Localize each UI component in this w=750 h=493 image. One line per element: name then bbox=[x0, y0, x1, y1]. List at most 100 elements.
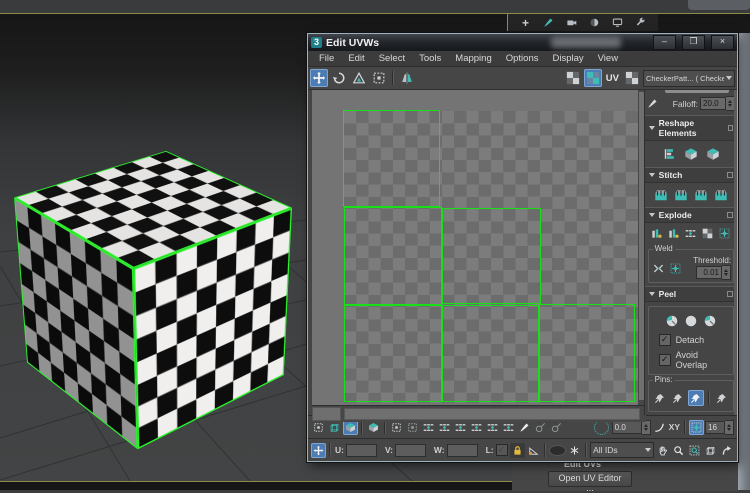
scrollbar-corner-box[interactable] bbox=[312, 407, 341, 421]
horizontal-scrollbar[interactable] bbox=[312, 405, 646, 422]
menu-edit[interactable]: Edit bbox=[341, 53, 371, 64]
menu-options[interactable]: Options bbox=[499, 53, 546, 64]
horizontal-scrollbar-thumb[interactable] bbox=[344, 408, 640, 420]
menu-display[interactable]: Display bbox=[545, 53, 590, 64]
shading-mode-button[interactable] bbox=[587, 15, 602, 30]
rollout-stitch[interactable]: Stitch bbox=[645, 167, 737, 183]
rollout-peel[interactable]: Peel bbox=[645, 286, 737, 302]
avoid-overlap-checkbox[interactable]: ✓ bbox=[659, 354, 671, 366]
menu-select[interactable]: Select bbox=[372, 53, 412, 64]
peel-mode-button[interactable] bbox=[683, 313, 698, 328]
stitch-average-button[interactable] bbox=[692, 186, 710, 204]
uv-shell[interactable] bbox=[344, 305, 442, 402]
v-coordinate-field[interactable] bbox=[395, 444, 426, 457]
edit-mode-button[interactable] bbox=[541, 15, 556, 30]
stitch-source-button[interactable] bbox=[672, 186, 690, 204]
rollout-pin-icon bbox=[727, 291, 733, 297]
display-settings-button[interactable] bbox=[610, 15, 625, 30]
falloff-type-button[interactable] bbox=[652, 420, 667, 435]
straighten-element-button[interactable] bbox=[682, 145, 700, 163]
close-button[interactable]: × bbox=[711, 35, 734, 50]
zoom-region-button[interactable] bbox=[687, 443, 702, 458]
lock-selection-button[interactable] bbox=[510, 443, 525, 458]
rollout-arrow-icon bbox=[649, 213, 655, 217]
rollout-reshape-elements[interactable]: Reshape Elements bbox=[645, 115, 737, 141]
reset-peel-button[interactable] bbox=[702, 313, 717, 328]
viewport-config-button[interactable] bbox=[633, 15, 648, 30]
uv-shell[interactable] bbox=[442, 208, 541, 304]
scale-tool-button[interactable] bbox=[350, 69, 368, 87]
unpin-selected-button[interactable] bbox=[670, 390, 686, 406]
move-tool-button[interactable] bbox=[310, 69, 328, 87]
hide-unselected-toggle[interactable] bbox=[549, 445, 566, 456]
edge-distance-button[interactable] bbox=[689, 420, 704, 435]
break-by-checker-button[interactable] bbox=[700, 226, 715, 241]
angle-snap-button[interactable] bbox=[526, 443, 541, 458]
u-coordinate-field[interactable] bbox=[346, 444, 377, 457]
relax-tool-button[interactable] bbox=[660, 145, 678, 163]
show-map-toggle-button[interactable] bbox=[584, 69, 602, 87]
show-map-seams-button[interactable] bbox=[564, 69, 582, 87]
edge-distance-spinner[interactable]: 16 bbox=[705, 420, 734, 435]
mirror-tool-button[interactable] bbox=[398, 69, 416, 87]
menu-mapping[interactable]: Mapping bbox=[448, 53, 498, 64]
zoom-extents-button[interactable] bbox=[703, 443, 718, 458]
edit-uvws-window[interactable]: 3 Edit UVWs – ❐ × File Edit Select Tools… bbox=[307, 33, 738, 462]
falloff-value[interactable]: 20.0 bbox=[700, 97, 726, 110]
checkered-cube-object[interactable] bbox=[18, 154, 288, 424]
camera-view-button[interactable] bbox=[564, 15, 579, 30]
lock-aspect-checkbox[interactable]: ✓ bbox=[496, 444, 508, 456]
maximize-button[interactable]: ❐ bbox=[682, 35, 705, 50]
flatten-by-smoothing-button[interactable] bbox=[649, 226, 664, 241]
rollout-reshape-label: Reshape Elements bbox=[659, 118, 724, 138]
pan-button[interactable] bbox=[655, 443, 670, 458]
detach-checkbox[interactable]: ✓ bbox=[659, 334, 671, 346]
menu-tools[interactable]: Tools bbox=[412, 53, 448, 64]
material-id-dropdown[interactable]: All IDs bbox=[590, 442, 654, 458]
flatten-by-material-button[interactable] bbox=[666, 226, 681, 241]
quick-peel-button[interactable] bbox=[664, 313, 679, 328]
soft-selection-value[interactable]: 0.0 bbox=[612, 421, 642, 434]
menu-view[interactable]: View bbox=[591, 53, 625, 64]
flatten-mapping-button[interactable] bbox=[683, 226, 698, 241]
edge-distance-value[interactable]: 16 bbox=[705, 421, 725, 434]
window-titlebar[interactable]: 3 Edit UVWs – ❐ × bbox=[308, 34, 737, 51]
uv-shell[interactable] bbox=[539, 304, 635, 402]
stitch-custom-button[interactable] bbox=[652, 186, 670, 204]
explode-to-faces-button[interactable] bbox=[717, 226, 732, 241]
rollout-explode-label: Explode bbox=[659, 210, 692, 220]
uv-canvas[interactable] bbox=[308, 90, 644, 415]
filter-faces-button[interactable] bbox=[567, 443, 582, 458]
rectangularize-button[interactable] bbox=[704, 145, 722, 163]
clear-pins-button[interactable] bbox=[714, 390, 730, 406]
uv-shell[interactable] bbox=[344, 207, 442, 305]
threshold-value[interactable]: 0.01 bbox=[696, 266, 722, 279]
falloff-spinner[interactable]: 20.0 bbox=[700, 96, 735, 111]
spinner-arrows[interactable] bbox=[722, 265, 731, 280]
stitch-target-button[interactable] bbox=[712, 186, 730, 204]
freeform-mode-button[interactable] bbox=[370, 69, 388, 87]
show-pins-button[interactable] bbox=[688, 390, 704, 406]
add-view-button[interactable]: + bbox=[518, 15, 533, 30]
texture-options-icon[interactable] bbox=[623, 69, 641, 87]
open-uv-editor-button[interactable]: Open UV Editor ... bbox=[548, 471, 632, 487]
w-coordinate-field[interactable] bbox=[447, 444, 478, 457]
menu-file[interactable]: File bbox=[312, 53, 341, 64]
panel-scrollbar[interactable] bbox=[734, 90, 737, 415]
uv-shell[interactable] bbox=[442, 305, 539, 402]
falloff-space-label[interactable]: XY bbox=[668, 422, 681, 432]
zoom-to-gizmo-button[interactable] bbox=[719, 443, 734, 458]
target-weld-button[interactable] bbox=[668, 261, 683, 276]
absolute-mode-button[interactable] bbox=[311, 443, 326, 458]
texture-selector-dropdown[interactable]: CheckerPatt... ( Checker ) bbox=[643, 70, 735, 87]
zoom-button[interactable] bbox=[671, 443, 686, 458]
pin-selected-button[interactable] bbox=[652, 390, 668, 406]
rollout-explode[interactable]: Explode bbox=[645, 207, 737, 223]
minimize-button[interactable]: – bbox=[653, 35, 676, 50]
weld-selected-button[interactable] bbox=[651, 261, 666, 276]
spinner-arrows[interactable] bbox=[725, 420, 734, 435]
threshold-spinner[interactable]: 0.01 bbox=[693, 265, 731, 280]
falloff-curve-icon[interactable] bbox=[647, 98, 658, 109]
rotate-tool-button[interactable] bbox=[330, 69, 348, 87]
uv-shell[interactable] bbox=[343, 110, 440, 207]
